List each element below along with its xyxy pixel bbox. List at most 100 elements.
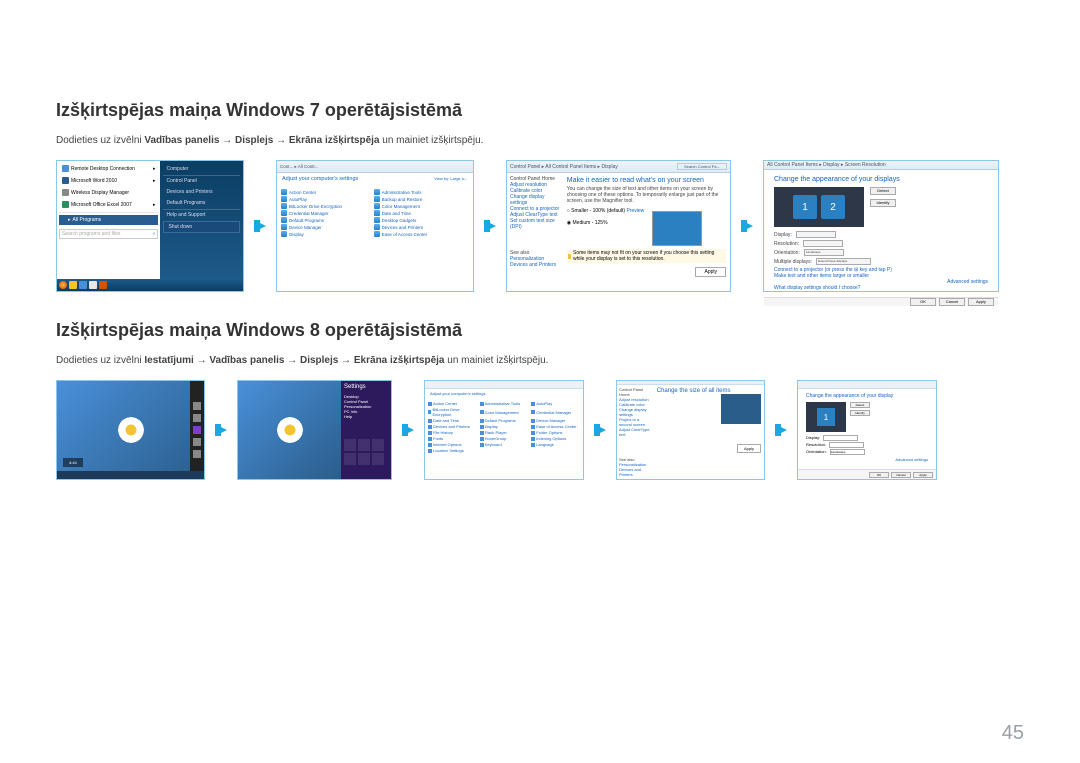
ok-button: OK [910,298,936,306]
taskbar-icon [69,281,77,289]
cp-item: BitLocker Drive Encryption [428,407,474,417]
arrow-icon [590,419,610,441]
shutdown-button: Shut down [163,221,240,233]
win8-control-panel-screenshot: Adjust your computer's settings Action C… [424,380,584,480]
cp-item: Folder Options [531,430,577,435]
page-number: 45 [1002,722,1024,745]
monitor-2: 2 [821,195,845,219]
start-item: Remote Desktop Connection▸ [59,163,158,174]
side-link: Set custom text size (DPI) [510,218,560,230]
win7-heading: Izšķirtspējas maiņa Windows 7 operētājsi… [56,100,1024,121]
cp-item: Credential Manager [531,407,577,417]
cp-item: Device Manager [281,224,366,230]
settings-item: Help [344,414,388,419]
r8-title: Change the appearance of your display [806,393,928,399]
apply-button: Apply [737,444,761,453]
identify-button: Identify [850,410,870,416]
cp-item: Action Center [428,401,474,406]
side-link: Project to a second screen [619,417,652,427]
arrow-icon [771,419,791,441]
cp-item: BitLocker Drive Encryption [281,203,366,209]
cp-item: Date and Time [374,210,459,216]
start-item: Microsoft Office Excel 2007▸ [59,199,158,210]
wallpaper-daisy [116,415,146,445]
cp-item: Administrative Tools [374,189,459,195]
win7-description: Dodieties uz izvēlni Vadības panelis → D… [56,135,1024,146]
win7-resolution-screenshot: All Control Panel Items ▸ Display ▸ Scre… [763,160,999,292]
arrow-icon [737,215,757,237]
side-link: Devices and Printers [510,262,560,268]
start-item: Microsoft Word 2010▸ [59,175,158,186]
size-option: ○ Smaller - 100% (default) Preview [567,208,645,214]
cp-item: Ease of Access Center [531,424,577,429]
cp-item: Desktop Gadgets [374,217,459,223]
wallpaper-daisy [275,415,305,445]
win7-start-menu-screenshot: Remote Desktop Connection▸ Microsoft Wor… [56,160,244,292]
side-link: Change display settings [510,194,560,206]
cp-item: Color Management [374,203,459,209]
start-right-item: Help and Support [163,210,240,220]
win8-heading: Izšķirtspējas maiņa Windows 8 operētājsi… [56,320,1024,341]
start-right-item: Devices and Printers [163,187,240,197]
detect-button: Detect [870,187,896,195]
cp-item: Location Settings [428,448,474,453]
settings-grid-icon [358,453,370,465]
monitor-preview: 1 2 [774,187,864,227]
settings-grid-icon [372,453,384,465]
win8-settings-screenshot: Settings Desktop Control Panel Personali… [237,380,392,480]
r8-header [798,381,936,389]
preview-monitor [652,211,702,246]
desc-suffix: un mainiet izšķirtspēju. [445,355,549,366]
apply-button: Apply [913,472,933,478]
side-link: Control Panel Home [619,387,652,397]
cp-item: Devices and Printers [428,424,474,429]
settings-grid-icon [344,439,356,451]
cp-item: Ease of Access Center [374,231,459,237]
monitor-1: 1 [817,408,835,426]
cp-item: Devices and Printers [374,224,459,230]
taskbar-icon [99,281,107,289]
time-overlay: 4:44 [63,458,83,467]
cp-item: Display [480,424,526,429]
taskbar-icon [89,281,97,289]
preview-monitor [721,394,761,424]
win8-desktop-screenshot: 4:44 [56,380,205,480]
cp-item: Device Manager [531,418,577,423]
cp-item: Display [281,231,366,237]
side-link: Devices and Printers [619,467,652,477]
cp-title: Adjust your computer's settings [282,176,358,182]
win8-description: Dodieties uz izvēlni Iestatījumi → Vadīb… [56,355,1024,366]
win7-row: Remote Desktop Connection▸ Microsoft Wor… [56,160,1024,292]
settings-charm-icon [193,450,201,458]
charms-bar [190,381,204,479]
cancel-button: Cancel [891,472,911,478]
what-link: What display settings should I choose? [774,285,988,291]
cp-item: Fonts [428,436,474,441]
win8-display-screenshot: Control Panel Home Adjust resolution Cal… [616,380,765,480]
arrow-icon [211,419,231,441]
cp-item: HomeGroup [480,436,526,441]
cp-item: Keyboard [480,442,526,447]
view-by: View by: Large ic... [434,176,468,181]
cp-item: AutoPlay [531,401,577,406]
desc-prefix: Dodieties uz izvēlni [56,135,144,146]
cp8-title: Adjust your computer's settings [425,389,583,398]
display-title: Make it easier to read what's on your sc… [567,177,726,184]
settings-grid-icon [372,439,384,451]
arrow-icon [480,215,500,237]
warning: Some items may not fit on your screen if… [567,249,726,263]
cp-item: Administrative Tools [480,401,526,406]
settings-grid-icon [344,453,356,465]
settings-title: Settings [344,384,388,390]
advanced-link: Advanced settings [806,457,928,462]
share-charm-icon [193,414,201,422]
desc-path: Vadības panelis → Displejs → Ekrāna izšķ… [144,135,379,146]
apply-button: Apply [968,298,994,306]
cp-item: Indexing Options [531,436,577,441]
cp-item: Credential Manager [281,210,366,216]
start-item: Wireless Display Manager [59,187,158,198]
cancel-button: Cancel [939,298,965,306]
start-orb-icon [59,281,67,289]
detect-button: Detect [850,402,870,408]
win8-resolution-screenshot: Change the appearance of your display 1 … [797,380,937,480]
